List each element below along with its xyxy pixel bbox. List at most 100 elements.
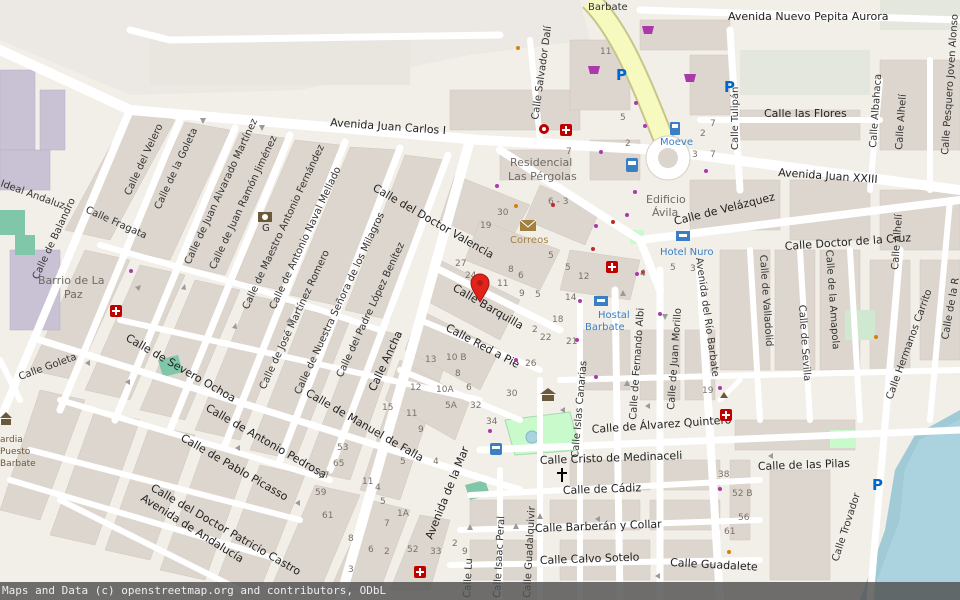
svg-text:6: 6 <box>518 271 524 281</box>
svg-text:1A: 1A <box>397 509 410 519</box>
svg-text:8: 8 <box>455 369 461 379</box>
svg-text:3: 3 <box>348 565 354 575</box>
svg-text:61: 61 <box>322 511 333 521</box>
svg-text:56: 56 <box>738 513 750 523</box>
svg-text:11: 11 <box>497 279 508 289</box>
svg-text:13: 13 <box>425 355 436 365</box>
pharmacy-icon[interactable] <box>560 124 572 136</box>
svg-text:34: 34 <box>486 417 498 427</box>
green-square-2 <box>15 235 35 255</box>
label-calle-tulipan: Calle Tulipán <box>729 87 741 150</box>
label-hostal[interactable]: Hostal <box>598 310 630 321</box>
svg-text:61: 61 <box>724 527 735 537</box>
svg-text:5: 5 <box>380 497 386 507</box>
svg-text:8: 8 <box>508 265 514 275</box>
svg-text:53: 53 <box>337 443 348 453</box>
attribution-bar: Maps and Data (c) openstreetmap.org and … <box>0 582 960 600</box>
svg-text:9: 9 <box>519 289 525 299</box>
field-area <box>740 50 870 95</box>
label-guardia-2: Puesto <box>0 447 31 457</box>
svg-text:26: 26 <box>525 359 537 369</box>
svg-text:52 B: 52 B <box>732 489 753 499</box>
hostal-icon[interactable] <box>594 296 608 306</box>
fountain <box>525 430 539 444</box>
svg-text:11: 11 <box>362 477 373 487</box>
svg-text:19: 19 <box>702 386 714 396</box>
svg-text:5: 5 <box>565 263 571 273</box>
svg-text:3: 3 <box>690 264 696 274</box>
label-barbate-top: Barbate <box>588 2 628 13</box>
label-edificio: Edificio <box>646 193 686 206</box>
pharmacy-icon[interactable] <box>110 305 122 317</box>
svg-text:27: 27 <box>455 259 466 269</box>
pharmacy-icon[interactable] <box>606 261 618 273</box>
label-guardia-3: Barbate <box>0 459 36 469</box>
svg-text:9: 9 <box>418 425 424 435</box>
label-las-pergolas: Las Pérgolas <box>508 170 577 183</box>
green-square-1 <box>0 210 25 235</box>
svg-text:6: 6 <box>368 545 374 555</box>
svg-text:65: 65 <box>333 459 344 469</box>
bus-stop-icon[interactable] <box>490 443 502 455</box>
label-hostal-barbate[interactable]: Barbate <box>585 322 625 333</box>
svg-text:6: 6 <box>466 383 472 393</box>
svg-text:2: 2 <box>452 539 458 549</box>
label-barrio: Barrio de La <box>38 274 105 287</box>
svg-text:2: 2 <box>384 547 390 557</box>
envelope-icon[interactable] <box>519 219 537 231</box>
roundabout-center <box>658 148 678 168</box>
pharmacy-icon[interactable] <box>720 409 732 421</box>
label-guardia-1: ardia <box>0 435 23 445</box>
svg-text:5: 5 <box>620 113 626 123</box>
label-g: G <box>262 223 270 234</box>
svg-text:9: 9 <box>462 547 468 557</box>
bus-stop-icon[interactable] <box>626 158 638 172</box>
svg-text:21: 21 <box>566 337 577 347</box>
label-correos[interactable]: Correos <box>510 235 548 246</box>
svg-text:7: 7 <box>710 119 716 129</box>
svg-text:38: 38 <box>718 470 730 480</box>
shop-icon[interactable] <box>684 74 696 82</box>
svg-text:22: 22 <box>540 333 551 343</box>
label-moeve[interactable]: Moeve <box>660 137 693 148</box>
flower-icon[interactable] <box>539 124 549 134</box>
svg-text:5A: 5A <box>445 401 458 411</box>
svg-text:33: 33 <box>430 547 441 557</box>
map-view[interactable]: Avenida Nuevo Pepita Aurora Barbate Aven… <box>0 0 960 600</box>
map-canvas[interactable]: Avenida Nuevo Pepita Aurora Barbate Aven… <box>0 0 960 600</box>
svg-text:11: 11 <box>600 47 611 57</box>
svg-text:4: 4 <box>433 457 439 467</box>
svg-text:2: 2 <box>700 129 706 139</box>
parking-icon[interactable]: P <box>724 78 735 96</box>
label-paz: Paz <box>64 288 83 301</box>
svg-text:11: 11 <box>406 409 417 419</box>
svg-text:12: 12 <box>410 383 421 393</box>
svg-text:6 - 3: 6 - 3 <box>548 197 568 207</box>
svg-text:5: 5 <box>670 263 676 273</box>
svg-text:19: 19 <box>480 221 492 231</box>
pharmacy-icon[interactable] <box>414 566 426 578</box>
fuel-icon[interactable] <box>670 122 680 135</box>
svg-text:15: 15 <box>382 403 393 413</box>
svg-text:10 B: 10 B <box>446 353 467 363</box>
label-calle-cadiz: Calle de Cádiz <box>563 481 642 497</box>
svg-text:59: 59 <box>315 488 327 498</box>
svg-text:12: 12 <box>578 272 589 282</box>
svg-text:8: 8 <box>348 534 354 544</box>
shop-icon[interactable] <box>642 26 654 34</box>
green-square-6 <box>845 310 875 340</box>
svg-text:10A: 10A <box>436 385 454 395</box>
svg-text:7: 7 <box>566 147 572 157</box>
cinema-icon <box>258 212 272 222</box>
svg-text:14: 14 <box>565 293 577 303</box>
label-avenida-nuevo-pepita-aurora: Avenida Nuevo Pepita Aurora <box>728 10 888 23</box>
svg-text:7: 7 <box>710 150 716 160</box>
label-hotel-nuro[interactable]: Hotel Nuro <box>660 247 714 258</box>
svg-text:5: 5 <box>535 290 541 300</box>
shop-icon[interactable] <box>588 66 600 74</box>
svg-text:5: 5 <box>400 457 406 467</box>
svg-text:5: 5 <box>548 251 554 261</box>
hotel-icon[interactable] <box>676 231 690 241</box>
parking-icon[interactable]: P <box>616 66 627 84</box>
parking-icon[interactable]: P <box>872 476 883 494</box>
